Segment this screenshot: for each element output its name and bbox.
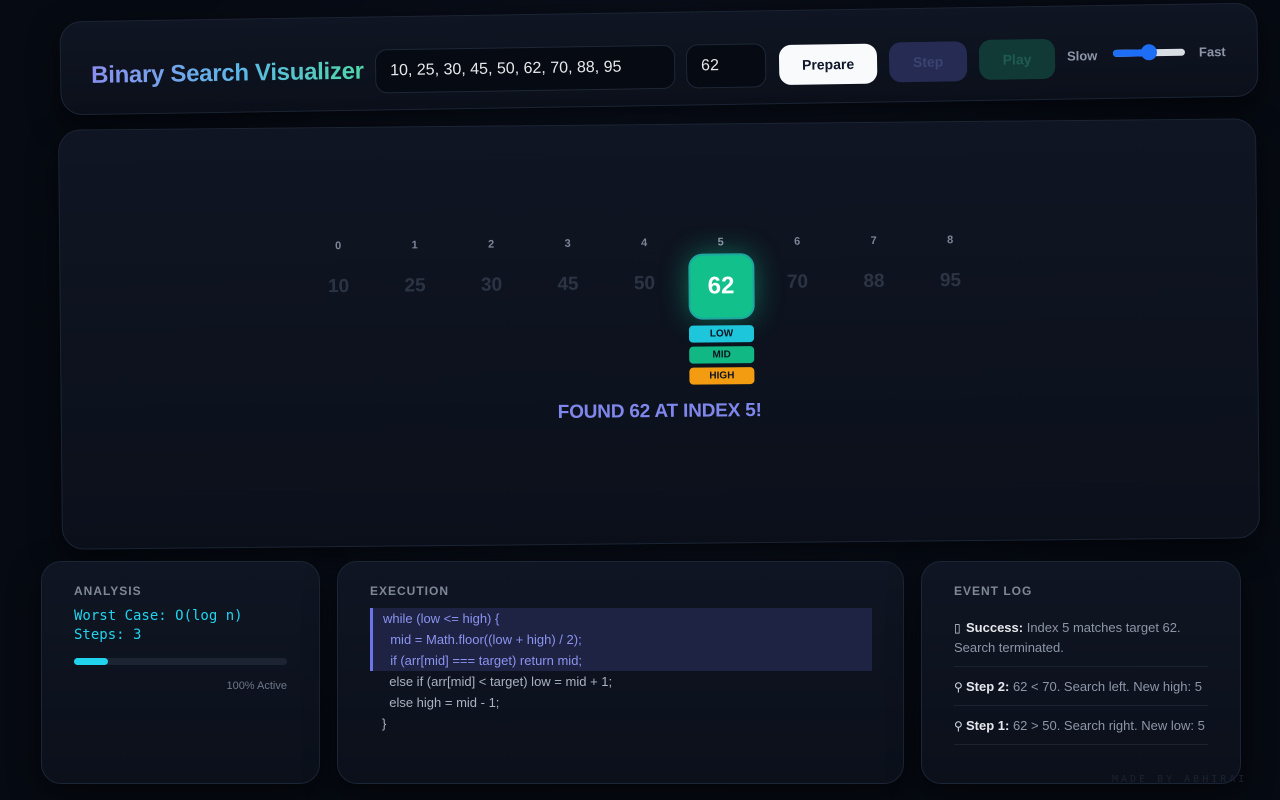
fast-label: Fast [1198, 44, 1226, 60]
log-entry: ⚲ Step 1: 62 > 50. Search right. New low:… [954, 706, 1208, 745]
cell-index: 2 [488, 238, 495, 251]
progress-bar [74, 658, 287, 665]
event-log-card: EVENT LOG ▯ Success: Index 5 matches targ… [921, 561, 1241, 784]
magnifier-icon: ⚲ [954, 719, 963, 733]
active-label: 100% Active [226, 680, 287, 692]
step-button[interactable]: Step [888, 41, 968, 83]
cell-index: 1 [411, 239, 418, 252]
watermark: MADE BY ABHIRAI [1112, 774, 1248, 785]
worst-case-text: Worst Case: O(log n) [74, 608, 243, 624]
analysis-card: ANALYSIS Worst Case: O(log n) Steps: 3 1… [41, 561, 320, 784]
execution-title: EXECUTION [370, 584, 450, 598]
log-entry-text: 62 < 70. Search left. New high: 5 [1009, 679, 1202, 694]
cell-value: 70 [786, 271, 809, 293]
array-cell: 1 25 [382, 239, 449, 298]
progress-fill [74, 658, 109, 665]
array-cell: 4 50 [611, 237, 678, 296]
slow-label: Slow [1066, 48, 1098, 64]
log-entry: ▯ Success: Index 5 matches target 62. Sea… [954, 616, 1208, 667]
log-entry-label: Step 2: [966, 679, 1010, 694]
cell-value: 45 [557, 273, 579, 295]
array-cell: 8 95 [917, 234, 984, 293]
code-line: while (low <= high) { [370, 608, 872, 629]
cell-index: 5 [717, 236, 724, 249]
execution-card: EXECUTION while (low <= high) { mid = Ma… [337, 561, 904, 784]
code-block: while (low <= high) { mid = Math.floor((… [370, 608, 872, 734]
array-input[interactable] [374, 44, 676, 94]
app-title: Binary Search Visualizer [90, 57, 364, 89]
cell-index: 6 [794, 235, 801, 248]
log-entry: ⚲ Step 2: 62 < 70. Search left. New high:… [954, 667, 1208, 706]
steps-text: Steps: 3 [74, 627, 142, 643]
code-line: } [382, 716, 387, 731]
play-button[interactable]: Play [978, 38, 1056, 80]
cell-value: 50 [633, 273, 656, 295]
high-pointer: HIGH [689, 367, 755, 385]
event-log-title: EVENT LOG [954, 584, 1033, 598]
code-line: else if (arr[mid] < target) low = mid + … [382, 674, 613, 689]
code-line: else high = mid - 1; [382, 695, 500, 710]
analysis-title: ANALYSIS [74, 584, 142, 598]
header-bar: Binary Search Visualizer Prepare Step Pl… [59, 2, 1259, 116]
low-pointer: LOW [688, 325, 755, 343]
cell-value: 95 [939, 270, 962, 292]
array-cells: 0 10 1 25 2 30 3 45 4 50 5 62 LOW MID HIGH 6 70 7 88 8 95 [59, 119, 1255, 385]
log-entry-text: 62 > 50. Search right. New low: 5 [1009, 718, 1205, 733]
array-cell: 5 62 LOW MID HIGH [687, 236, 755, 385]
speed-slider[interactable] [1112, 44, 1186, 61]
array-cell: 7 88 [841, 235, 908, 294]
cell-value-found: 62 [687, 253, 755, 320]
code-line: if (arr[mid] === target) return mid; [370, 650, 872, 671]
search-status: FOUND 62 AT INDEX 5! [557, 400, 762, 423]
mid-pointer: MID [689, 346, 755, 364]
cell-value: 10 [327, 275, 350, 298]
cell-value: 88 [863, 270, 885, 293]
prepare-button[interactable]: Prepare [778, 43, 878, 86]
log-entry-label: Step 1: [966, 718, 1010, 733]
array-cell: 0 10 [305, 240, 372, 299]
success-icon: ▯ [954, 621, 961, 635]
cell-index: 0 [335, 240, 342, 253]
array-cell: 6 70 [764, 235, 831, 294]
cell-value: 25 [404, 275, 426, 297]
event-log-list: ▯ Success: Index 5 matches target 62. Sea… [954, 616, 1208, 745]
array-cell: 3 45 [535, 238, 602, 297]
cell-index: 3 [564, 237, 571, 250]
target-input[interactable] [685, 43, 767, 89]
cell-index: 8 [946, 234, 954, 247]
speed-slider-thumb[interactable] [1140, 44, 1158, 61]
log-entry-label: Success: [966, 620, 1024, 635]
cell-index: 7 [870, 234, 877, 247]
array-cell: 2 30 [458, 238, 525, 297]
cell-value: 30 [480, 274, 503, 296]
cell-index: 4 [641, 237, 648, 250]
visualizer-panel: 0 10 1 25 2 30 3 45 4 50 5 62 LOW MID HIGH 6 70 7 88 8 95 FO… [58, 118, 1260, 550]
code-line: mid = Math.floor((low + high) / 2); [370, 629, 872, 650]
magnifier-icon: ⚲ [954, 680, 963, 694]
